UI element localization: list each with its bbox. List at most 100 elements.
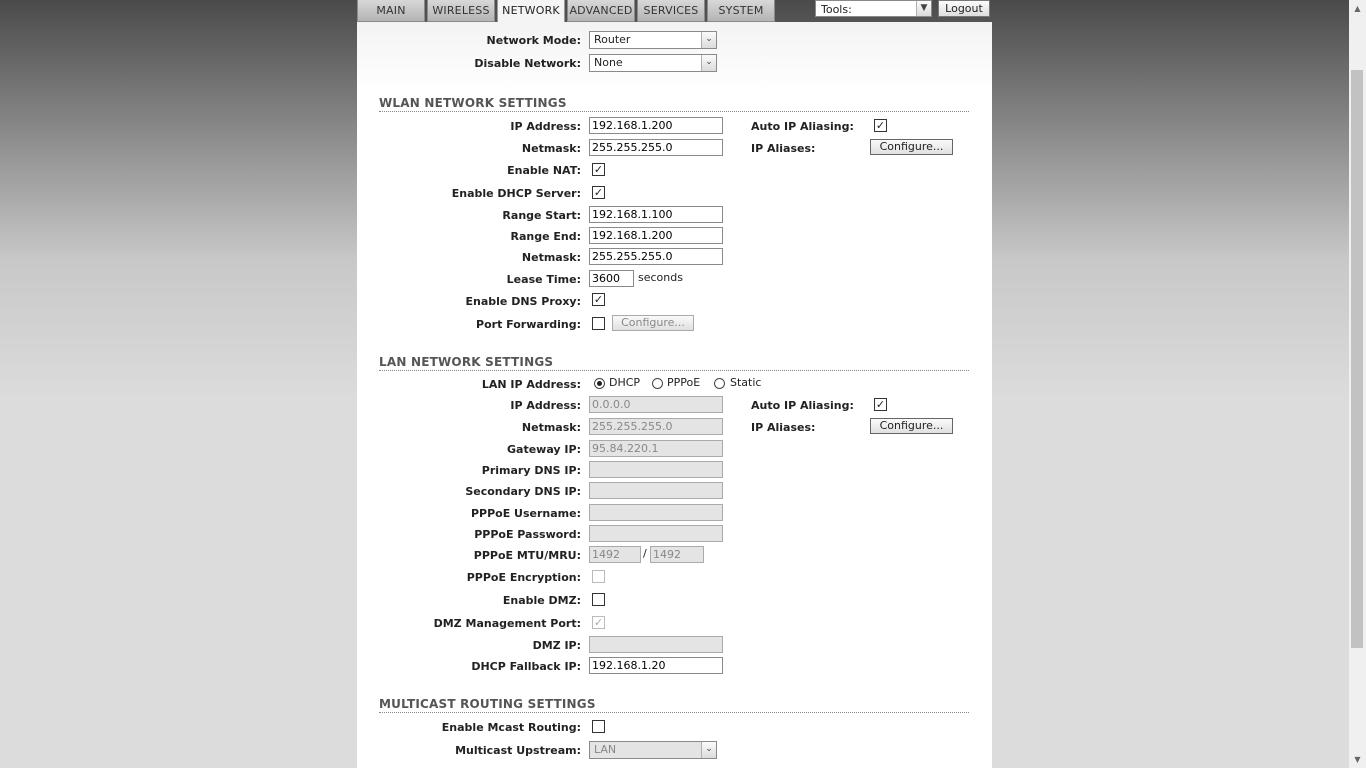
wlan-section-divider [379,111,969,112]
lease-time-input[interactable] [589,270,634,287]
wlan-netmask-label: Netmask: [521,142,581,155]
port-forwarding-checkbox[interactable] [592,317,605,330]
primary-dns-label: Primary DNS IP: [481,464,581,477]
pppoe-encryption-label: PPPoE Encryption: [466,571,581,584]
pppoe-password-label: PPPoE Password: [474,528,581,541]
logout-button[interactable]: Logout [938,0,990,17]
tab-system[interactable]: SYSTEM [707,0,775,22]
chevron-down-icon: ▼ [916,1,931,16]
range-end-label: Range End: [510,230,581,243]
wlan-ip-input[interactable] [589,117,723,134]
disable-network-value: None [594,56,623,69]
wlan-nat-checkbox[interactable]: ✓ [592,163,605,176]
lan-ip-aliases-label: IP Aliases: [751,421,816,434]
lan-ip-input[interactable] [589,396,723,413]
network-mode-label: Network Mode: [486,34,581,47]
dmz-management-port-label: DMZ Management Port: [433,617,581,630]
pppoe-mru-input[interactable] [650,546,704,563]
network-settings-panel: Network Mode: Router ⌄ Disable Network: … [357,22,992,768]
pppoe-username-input[interactable] [589,504,723,521]
lan-netmask-label: Netmask: [521,421,581,434]
tab-advanced[interactable]: ADVANCED [567,0,635,22]
pppoe-username-label: PPPoE Username: [470,507,581,520]
wlan-dhcp-server-checkbox[interactable]: ✓ [592,186,605,199]
wlan-ip-label: IP Address: [510,120,581,133]
mcast-section-title: MULTICAST ROUTING SETTINGS [379,697,596,711]
lan-mode-static-radio[interactable] [714,378,725,389]
tab-services[interactable]: SERVICES [637,0,705,22]
enable-dmz-checkbox[interactable] [592,593,605,606]
lan-mode-pppoe-label: PPPoE [667,376,701,389]
gateway-ip-input[interactable] [589,440,723,457]
mcast-upstream-label: Multicast Upstream: [455,744,581,757]
lan-mode-dhcp-radio[interactable] [594,378,605,389]
network-mode-select[interactable]: Router ⌄ [589,31,717,49]
lan-ip-aliases-configure-button[interactable]: Configure... [870,418,953,434]
chevron-down-icon: ⌄ [701,32,716,48]
lan-mode-dhcp-label: DHCP [609,376,641,389]
dhcp-netmask-input[interactable] [589,248,723,265]
wlan-section-title: WLAN NETWORK SETTINGS [379,96,567,110]
mcast-section-divider [379,712,969,713]
lease-time-unit: seconds [638,271,683,284]
range-start-input[interactable] [589,206,723,223]
enable-dmz-label: Enable DMZ: [502,594,581,607]
lan-netmask-input[interactable] [589,418,723,435]
lan-ip-label: IP Address: [510,399,581,412]
disable-network-select[interactable]: None ⌄ [589,54,717,72]
dhcp-fallback-ip-label: DHCP Fallback IP: [471,660,581,673]
lan-section-title: LAN NETWORK SETTINGS [379,355,554,369]
wlan-ip-aliases-label: IP Aliases: [751,142,816,155]
mtu-mru-separator: / [643,547,647,560]
network-mode-value: Router [594,33,631,46]
scroll-up-arrow-icon[interactable]: ▲ [1349,0,1366,17]
pppoe-password-input[interactable] [589,525,723,542]
dns-proxy-checkbox[interactable]: ✓ [592,293,605,306]
disable-network-label: Disable Network: [474,57,581,70]
tab-network[interactable]: NETWORK [497,0,565,23]
dmz-ip-label: DMZ IP: [532,639,581,652]
pppoe-mtu-input[interactable] [589,546,641,563]
mcast-upstream-value: LAN [594,743,617,756]
wlan-ip-aliases-configure-button[interactable]: Configure... [870,139,953,155]
gateway-ip-label: Gateway IP: [507,443,581,456]
range-start-label: Range Start: [502,209,581,222]
tools-dropdown-value: Tools: [821,3,852,16]
lan-auto-alias-checkbox[interactable]: ✓ [874,398,887,411]
mcast-upstream-select[interactable]: LAN ⌄ [589,741,717,759]
pppoe-encryption-checkbox[interactable] [592,570,605,583]
dhcp-netmask-label: Netmask: [521,251,581,264]
scrollbar-thumb[interactable] [1351,70,1363,648]
pppoe-mtu-label: PPPoE MTU/MRU: [473,549,581,562]
dmz-ip-input[interactable] [589,636,723,653]
lease-time-label: Lease Time: [506,273,581,286]
chevron-down-icon: ⌄ [701,55,716,71]
tab-bar: MAIN WIRELESS NETWORK ADVANCED SERVICES … [357,0,777,23]
range-end-input[interactable] [589,227,723,244]
secondary-dns-label: Secondary DNS IP: [465,485,581,498]
wlan-dhcp-server-label: Enable DHCP Server: [451,187,581,200]
lan-mode-static-label: Static [730,376,762,389]
tools-dropdown[interactable]: Tools: ▼ [815,0,932,17]
port-forwarding-configure-button[interactable]: Configure... [612,315,694,331]
page-scrollbar[interactable]: ▲ ▼ [1349,0,1366,768]
lan-mode-pppoe-radio[interactable] [652,378,663,389]
primary-dns-input[interactable] [589,461,723,478]
secondary-dns-input[interactable] [589,482,723,499]
dns-proxy-label: Enable DNS Proxy: [465,295,582,308]
mcast-routing-checkbox[interactable] [592,720,605,733]
dhcp-fallback-ip-input[interactable] [589,657,723,674]
tab-wireless[interactable]: WIRELESS [427,0,495,22]
wlan-auto-alias-checkbox[interactable]: ✓ [874,119,887,132]
port-forwarding-label: Port Forwarding: [476,318,581,331]
chevron-down-icon: ⌄ [701,742,716,758]
tab-main[interactable]: MAIN [357,0,425,22]
scroll-down-arrow-icon[interactable]: ▼ [1349,751,1366,768]
wlan-nat-label: Enable NAT: [507,164,581,177]
lan-section-divider [379,370,969,371]
wlan-netmask-input[interactable] [589,139,723,156]
lan-auto-alias-label: Auto IP Aliasing: [751,399,854,412]
mcast-routing-label: Enable Mcast Routing: [441,721,581,734]
lan-ip-mode-label: LAN IP Address: [481,378,581,391]
dmz-management-port-checkbox[interactable]: ✓ [592,616,605,629]
